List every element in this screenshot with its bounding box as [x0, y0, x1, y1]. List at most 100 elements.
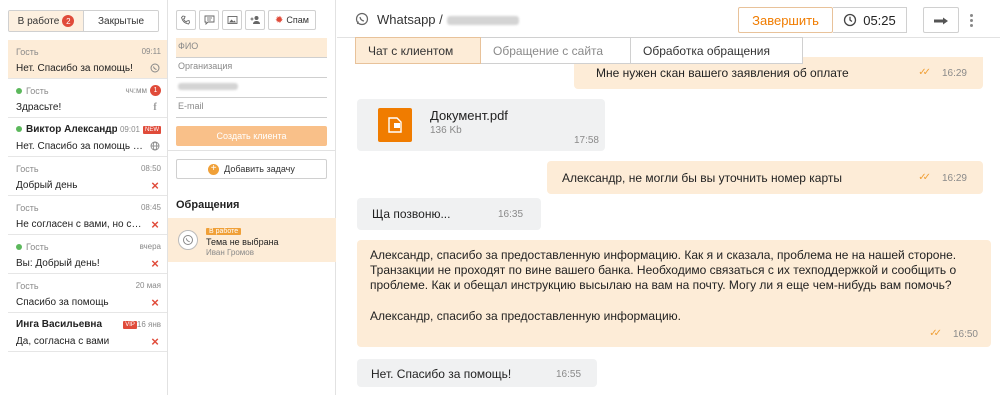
phone-icon	[181, 15, 190, 25]
chat-list-item[interactable]: Гость 09:11 Нет. Спасибо за помощь!	[8, 40, 167, 79]
tab-closed[interactable]: Закрытые	[83, 11, 158, 31]
online-indicator	[16, 88, 22, 95]
message-text: Александр, спасибо за предоставленную ин…	[370, 248, 957, 292]
read-check-icon: ✓✓	[929, 328, 942, 339]
spam-label: Спам	[286, 15, 309, 25]
message-time: 16:29	[941, 68, 967, 79]
chat-time: 08:50	[140, 164, 161, 173]
chat-list-item[interactable]: Инга Васильевна VIP 16 янв Да, согласна …	[8, 313, 167, 352]
message-time: 16:50	[952, 329, 978, 340]
spam-button[interactable]: ✹ Спам	[268, 10, 316, 30]
whatsapp-icon	[178, 230, 198, 250]
chat-time: 09:11	[141, 47, 161, 56]
chat-time: вчера	[139, 242, 161, 251]
chat-list-item[interactable]: Гость вчера Вы: Добрый день! ×	[8, 235, 167, 274]
outgoing-message: Александр, спасибо за предоставленную ин…	[357, 240, 991, 347]
chat-preview: Здрасьте!	[16, 101, 62, 113]
organization-placeholder: Организация	[178, 61, 233, 71]
close-icon[interactable]: ×	[149, 217, 161, 232]
chat-status-tabs: В работе 2 Закрытые	[8, 10, 159, 32]
chat-contact-name: Гость	[16, 242, 137, 252]
appeal-status-badge: В работе	[206, 228, 242, 235]
outgoing-message: Александр, не могли бы вы уточнить номер…	[547, 161, 983, 194]
redacted-number	[446, 16, 519, 26]
tab-in-progress[interactable]: В работе 2	[9, 11, 83, 31]
online-indicator	[16, 244, 22, 251]
tab-site-appeal[interactable]: Обращение с сайта	[481, 37, 631, 64]
message-time: 16:55	[556, 369, 582, 380]
chat-header: Whatsapp / Завершить 05:25	[337, 0, 1000, 38]
appeal-title: Тема не выбрана	[206, 237, 279, 247]
incoming-message: Ща позвоню... 16:35	[357, 198, 541, 230]
close-icon[interactable]: ×	[149, 178, 161, 193]
chat-list-item[interactable]: Гость 20 мая Спасибо за помощь ×	[8, 274, 167, 313]
add-task-button[interactable]: + Добавить задачу	[176, 159, 327, 179]
chat-contact-name: Гость	[16, 280, 39, 291]
organization-field[interactable]: Организация	[176, 58, 327, 78]
chat-time: 16 янв	[136, 320, 161, 329]
add-user-icon	[250, 16, 260, 24]
message-time: 16:29	[941, 173, 967, 184]
chat-time: 20 мая	[135, 281, 161, 290]
chat-preview: Добрый день	[16, 179, 78, 191]
close-icon[interactable]: ×	[149, 256, 161, 271]
chat-contact-name: Гость	[16, 46, 39, 57]
message-button[interactable]	[199, 10, 219, 30]
forward-button[interactable]	[923, 7, 959, 33]
new-tag: NEW	[143, 125, 161, 134]
message-text: Мне нужен скан вашего заявления об оплат…	[596, 66, 849, 80]
fio-field[interactable]: ФИО	[176, 38, 327, 58]
message-icon	[204, 15, 214, 25]
chat-time: 09:01	[119, 125, 140, 134]
more-menu-icon[interactable]	[965, 7, 977, 33]
chat-list-item[interactable]: Гость 08:45 Не согласен с вами, но согла…	[8, 196, 167, 235]
chat-time: 08:45	[140, 203, 161, 212]
chat-list-item[interactable]: Виктор Александров... 09:01 NEW Нет. Спа…	[8, 118, 167, 157]
redacted-phone	[178, 83, 238, 91]
chat-preview: Не согласен с вами, но соглас...	[16, 218, 146, 230]
chat-list-item[interactable]: Гость чч:мм 1 Здрасьте! f	[8, 79, 167, 118]
document-icon	[378, 108, 412, 142]
chat-contact-name: Гость	[16, 86, 122, 96]
message-text: Нет. Спасибо за помощь!	[371, 367, 512, 381]
appeal-item[interactable]: В работе Тема не выбрана Иван Громов	[168, 218, 336, 262]
message-text: Александр, не могли бы вы уточнить номер…	[562, 171, 842, 185]
create-client-button[interactable]: Создать клиента	[176, 126, 327, 146]
email-field[interactable]: E-mail	[176, 98, 327, 118]
chat-contact-name-text: Гость	[26, 241, 49, 252]
whatsapp-icon	[355, 12, 369, 29]
appeals-title: Обращения	[176, 199, 240, 211]
chat-window: Whatsapp / Завершить 05:25 Чат с клиенто…	[337, 0, 1000, 395]
phone-field[interactable]	[176, 78, 327, 98]
tab-chat-with-client[interactable]: Чат с клиентом	[355, 37, 481, 64]
bug-icon: ✹	[275, 14, 284, 26]
incoming-file-message[interactable]: Документ.pdf 136 Kb 17:58	[357, 99, 605, 151]
channel-title: Whatsapp /	[377, 12, 519, 27]
unread-count-badge: 1	[150, 85, 161, 96]
add-contact-button[interactable]	[245, 10, 265, 30]
close-icon[interactable]: ×	[149, 334, 161, 349]
email-placeholder: E-mail	[178, 101, 204, 111]
chat-contact-name-text: Гость	[26, 85, 49, 96]
call-button[interactable]	[176, 10, 196, 30]
globe-icon	[149, 140, 161, 152]
tab-label: В работе	[17, 15, 60, 27]
vip-tag: VIP	[123, 320, 137, 329]
close-icon[interactable]: ×	[149, 295, 161, 310]
screen-button[interactable]	[222, 10, 242, 30]
facebook-icon: f	[153, 101, 157, 113]
read-check-icon: ✓✓	[918, 67, 931, 78]
message-text: Ща позвоню...	[372, 207, 451, 221]
chat-tabs: Чат с клиентом Обращение с сайта Обработ…	[355, 37, 803, 64]
chat-list-item[interactable]: Гость 08:50 Добрый день ×	[8, 157, 167, 196]
whatsapp-icon	[149, 62, 161, 74]
chat-list-panel: В работе 2 Закрытые Гость 09:11 Нет. Спа…	[0, 0, 168, 395]
file-name[interactable]: Документ.pdf	[430, 108, 508, 123]
read-check-icon: ✓✓	[918, 172, 931, 183]
plus-icon: +	[208, 163, 220, 175]
finish-button[interactable]: Завершить	[738, 7, 833, 33]
incoming-message: Нет. Спасибо за помощь! 16:55	[357, 359, 597, 387]
chat-contact-name: Виктор Александров...	[16, 124, 117, 135]
chat-preview: Нет. Спасибо за помощь и ещ...	[16, 140, 146, 152]
tab-appeal-processing[interactable]: Обработка обращения	[631, 37, 803, 64]
